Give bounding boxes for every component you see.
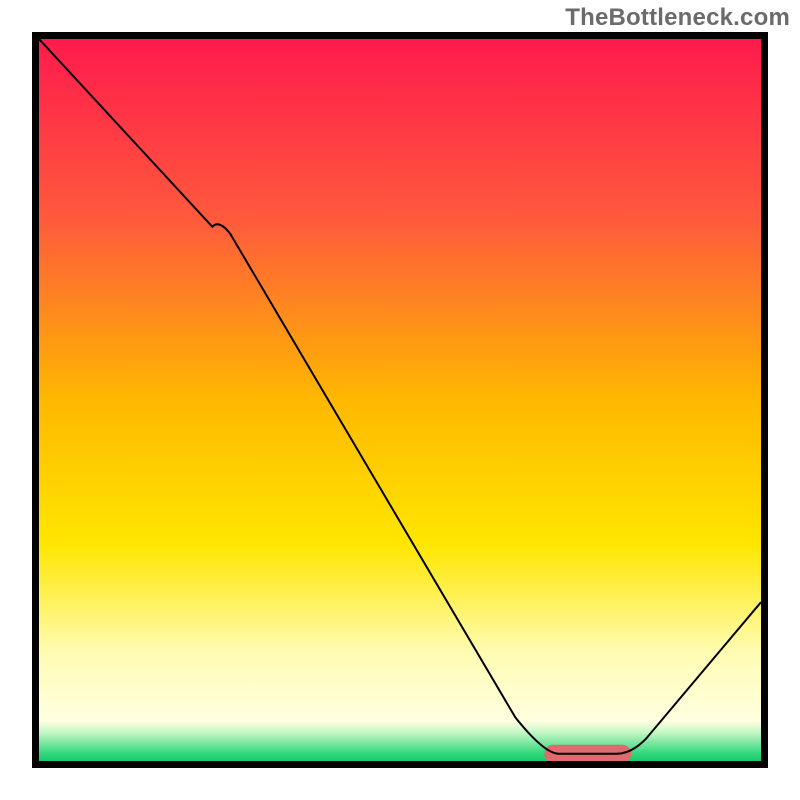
chart-container: TheBottleneck.com: [0, 0, 800, 800]
bottleneck-plot: [39, 39, 761, 761]
plot-frame: [32, 32, 768, 768]
gradient-background: [39, 39, 761, 761]
watermark-text: TheBottleneck.com: [565, 4, 790, 32]
